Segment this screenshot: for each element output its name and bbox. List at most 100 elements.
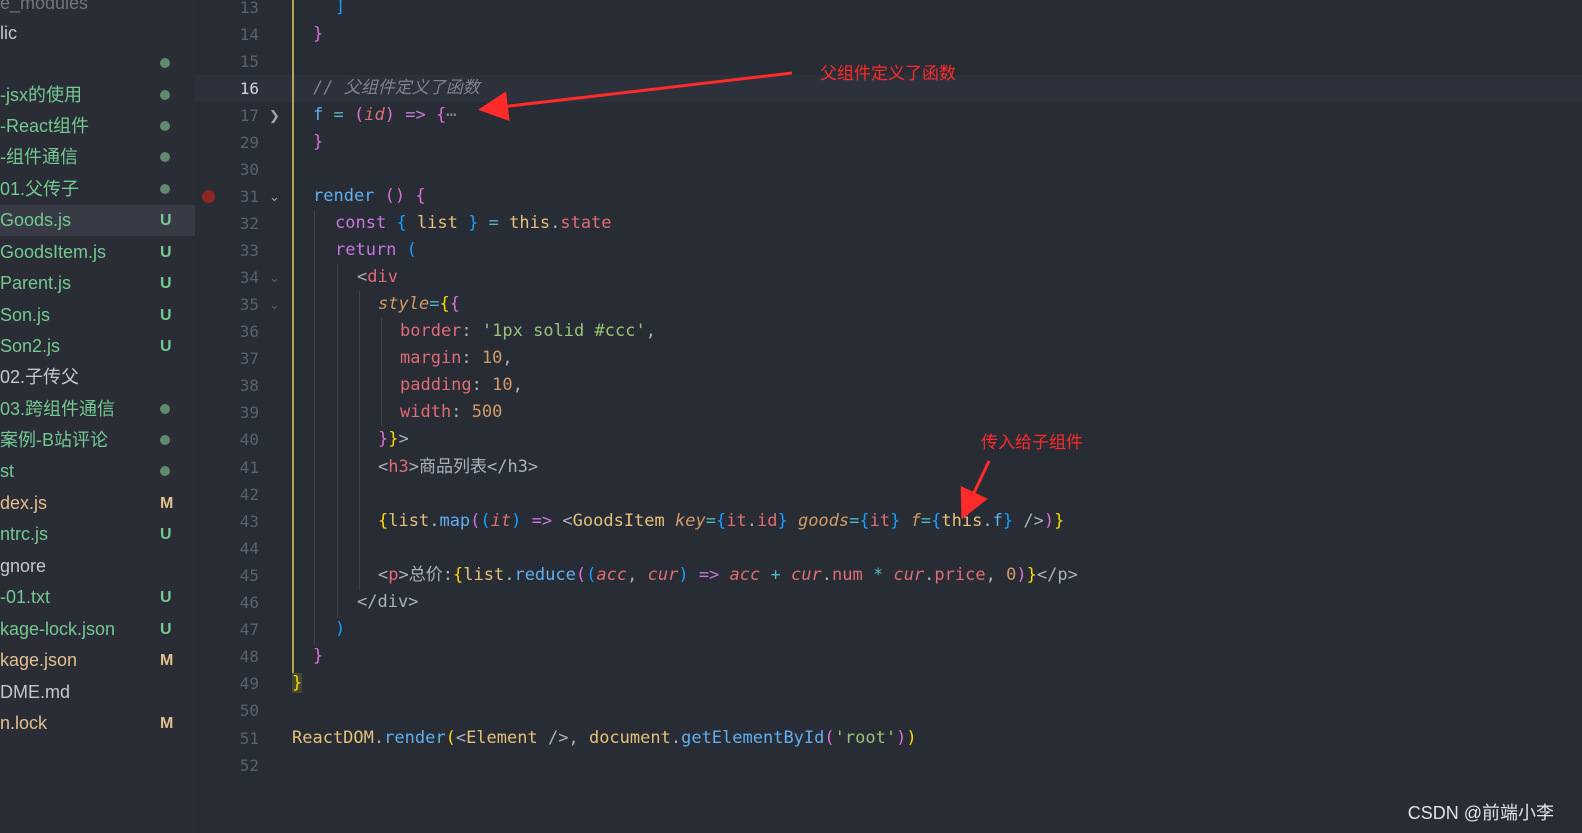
line-number: 41 <box>239 458 259 477</box>
code-line: // 父组件定义了函数 <box>313 78 480 98</box>
file-name: 案例-B站评论 <box>0 430 108 450</box>
file-item[interactable]: 03.跨组件通信 <box>0 394 195 425</box>
git-status: M <box>160 652 174 669</box>
line-number: 47 <box>239 620 259 639</box>
file-name: 02.子传父 <box>0 367 80 387</box>
file-item[interactable]: 02.子传父 <box>0 362 195 393</box>
file-name: kage.json <box>0 650 78 670</box>
file-name: gnore <box>0 556 47 576</box>
file-item[interactable]: Son2.js U <box>0 331 195 362</box>
file-name: n.lock <box>0 713 48 733</box>
file-item[interactable]: DME.md <box>0 677 195 708</box>
git-status: U <box>160 526 172 543</box>
code-line: style={{ <box>378 294 460 314</box>
code-line: border: '1px solid #ccc', <box>400 321 656 341</box>
line-number: 35 <box>239 295 259 314</box>
code-line: render () { <box>313 186 426 206</box>
file-item[interactable]: -01.txt U <box>0 582 195 613</box>
chevron-down-icon[interactable]: ⌄ <box>269 264 280 291</box>
file-item[interactable]: 案例-B站评论 <box>0 425 195 456</box>
line-number: 50 <box>239 701 259 720</box>
file-item[interactable]: -jsx的使用 <box>0 80 195 111</box>
file-name: lic <box>0 23 17 43</box>
file-name: kage-lock.json <box>0 619 116 639</box>
file-item-goods-js[interactable]: Goods.js U <box>0 205 195 236</box>
breakpoint-icon[interactable] <box>202 190 215 203</box>
line-number: 38 <box>239 376 259 395</box>
file-item[interactable]: n.lock M <box>0 708 195 739</box>
git-status: U <box>160 212 172 229</box>
code-line: ) <box>335 619 346 639</box>
line-number: 49 <box>239 674 259 693</box>
file-name: ntrc.js <box>0 524 49 544</box>
file-item[interactable]: e_modules <box>0 0 195 19</box>
code-line: width: 500 <box>400 402 503 422</box>
line-number: 45 <box>239 566 259 585</box>
code-line: } <box>292 673 303 693</box>
code-editor[interactable]: 13 14 15 16 17 29 30 31 32 33 34 35 36 3… <box>195 0 1582 833</box>
code-line: <div <box>357 267 398 287</box>
chevron-down-icon[interactable]: ⌄ <box>269 183 280 210</box>
git-dot <box>160 435 170 445</box>
code-line: ] <box>335 0 346 17</box>
file-name: -React组件 <box>0 116 90 136</box>
file-item[interactable]: Parent.js U <box>0 268 195 299</box>
file-name: Son2.js <box>0 336 61 356</box>
code-line: }}> <box>378 429 409 449</box>
file-item[interactable]: -React组件 <box>0 111 195 142</box>
file-item[interactable]: -组件通信 <box>0 142 195 173</box>
file-item[interactable]: ntrc.js U <box>0 519 195 550</box>
git-status: M <box>160 715 174 732</box>
file-name: 01.父传子 <box>0 179 80 199</box>
line-number: 13 <box>239 0 259 17</box>
git-dot <box>160 90 170 100</box>
code-line: <h3>商品列表</h3> <box>378 457 539 477</box>
file-item[interactable]: lic <box>0 18 195 49</box>
line-number: 37 <box>239 349 259 368</box>
file-item[interactable]: kage.json M <box>0 645 195 676</box>
code-line: const { list } = this.state <box>335 213 612 233</box>
file-name: st <box>0 461 15 481</box>
line-number: 46 <box>239 593 259 612</box>
line-number: 36 <box>239 322 259 341</box>
code-line: f = (id) => {⋯ <box>313 105 457 125</box>
git-status: U <box>160 244 172 261</box>
file-item[interactable]: GoodsItem.js U <box>0 237 195 268</box>
git-dot <box>160 184 170 194</box>
line-number: 33 <box>239 241 259 260</box>
line-number: 43 <box>239 512 259 531</box>
file-item[interactable]: st <box>0 456 195 487</box>
code-line: ReactDOM.render(<Element />, document.ge… <box>292 728 917 748</box>
git-status: U <box>160 589 172 606</box>
git-dot <box>160 58 170 68</box>
code-line: padding: 10, <box>400 375 523 395</box>
git-status: U <box>160 621 172 638</box>
file-item[interactable]: dex.js M <box>0 488 195 519</box>
line-number: 51 <box>239 729 259 748</box>
git-status: U <box>160 338 172 355</box>
annotation-label: 父组件定义了函数 <box>820 64 956 83</box>
file-name: Son.js <box>0 305 51 325</box>
git-status: U <box>160 275 172 292</box>
file-name: 03.跨组件通信 <box>0 399 116 419</box>
code-line: <p>总价:{list.reduce((acc, cur) => acc + c… <box>378 565 1078 585</box>
line-number: 15 <box>239 52 259 71</box>
chevron-right-icon[interactable]: ❯ <box>269 102 280 129</box>
chevron-down-icon[interactable]: ⌄ <box>269 291 280 318</box>
file-item[interactable] <box>0 48 195 79</box>
code-line: </div> <box>357 592 419 612</box>
file-item[interactable]: gnore <box>0 551 195 582</box>
file-item[interactable]: 01.父传子 <box>0 174 195 205</box>
watermark: CSDN @前端小李 <box>1407 803 1554 823</box>
code-line: } <box>313 24 324 44</box>
file-name: dex.js <box>0 493 48 513</box>
git-dot <box>160 121 170 131</box>
line-number: 48 <box>239 647 259 666</box>
annotation-label: 传入给子组件 <box>981 433 1083 452</box>
file-item[interactable]: Son.js U <box>0 300 195 331</box>
file-item[interactable]: kage-lock.json U <box>0 614 195 645</box>
file-name: e_modules <box>0 0 89 13</box>
line-number: 40 <box>239 430 259 449</box>
line-number: 42 <box>239 485 259 504</box>
line-number: 34 <box>239 268 259 287</box>
